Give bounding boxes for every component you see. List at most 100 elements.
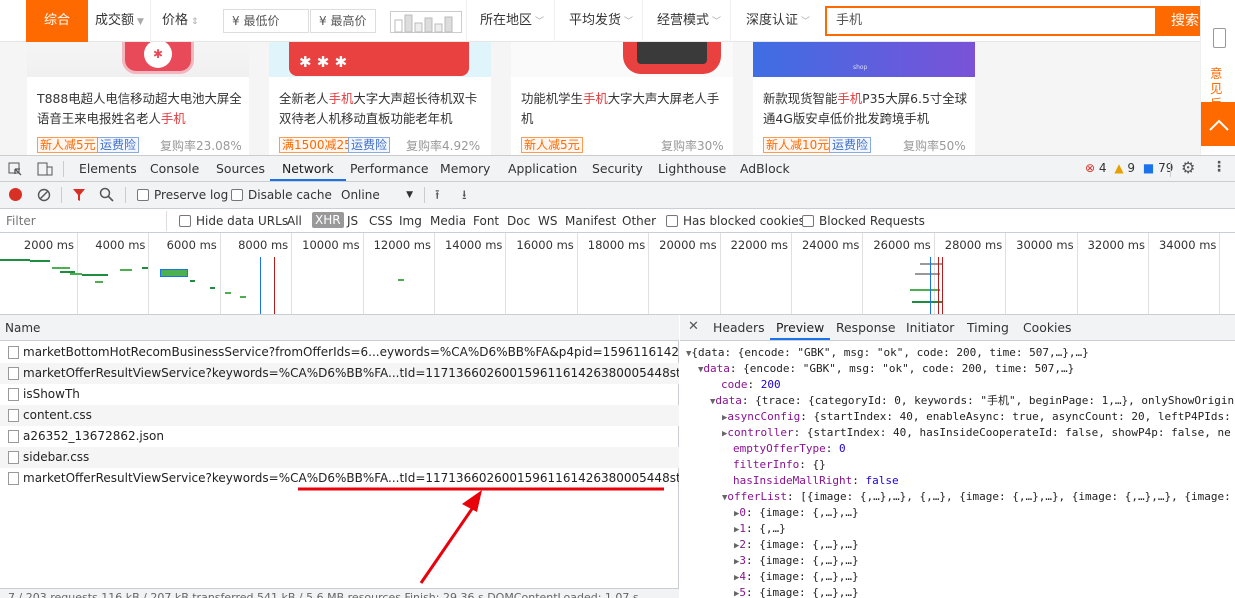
preview-node[interactable]: hasInsideMallRight: false xyxy=(733,473,899,489)
discount-tag: 新人减5元 xyxy=(37,137,99,153)
back-to-top-button[interactable] xyxy=(1201,102,1235,146)
preview-root[interactable]: ▼{data: {encode: "GBK", msg: "ok", code:… xyxy=(686,345,1089,362)
preview-node[interactable]: ▶controller: {startIndex: 40, hasInsideC… xyxy=(722,425,1231,442)
product-card[interactable]: shop 新款现货智能手机P35大屏6.5寸全球通4G版安卓低价批发跨境手机 新… xyxy=(753,42,975,155)
timeline-tick-label: 26000 ms xyxy=(873,238,931,252)
sort-price-button[interactable]: 价格 ⇕ xyxy=(162,6,199,36)
timeline-event-marker xyxy=(942,257,943,314)
message-count: 79 xyxy=(1158,161,1174,175)
tab-preview[interactable]: Preview xyxy=(770,315,831,340)
more-menu-icon[interactable]: ⋮ xyxy=(1212,159,1226,175)
mobile-icon[interactable] xyxy=(1213,28,1226,48)
console-counts[interactable]: ⊗ 4 ▲ 9 ■ 79 xyxy=(1085,156,1173,181)
preview-node[interactable]: ▼data: {encode: "GBK", msg: "ok", code: … xyxy=(698,361,1074,378)
tab-timing[interactable]: Timing xyxy=(967,315,1009,340)
certification-dropdown[interactable]: 深度认证 ﹀ xyxy=(746,6,810,36)
chevron-down-icon: ﹀ xyxy=(624,17,634,27)
sort-comprehensive-button[interactable]: 综合 xyxy=(26,0,88,42)
insurance-tag: 运费险 xyxy=(348,137,391,153)
annotation-arrow xyxy=(298,487,664,584)
insurance-tag: 运费险 xyxy=(97,137,140,153)
discount-tag: 新人减5元 xyxy=(521,137,583,153)
error-icon: ⊗ xyxy=(1085,161,1096,175)
preview-node[interactable]: code: 200 xyxy=(721,377,781,393)
product-image[interactable] xyxy=(511,42,733,77)
preview-offer-item[interactable]: ▶3: {image: {,…},…} xyxy=(734,553,859,570)
close-icon[interactable]: ✕ xyxy=(688,319,699,334)
sort-volume-label: 成交额 xyxy=(95,13,135,28)
timeline-tick-label: 34000 ms xyxy=(1158,238,1217,252)
preview-node[interactable]: ▼offerList: [{image: {,…},…}, {,…}, {ima… xyxy=(722,489,1231,506)
timeline-tick-label: 32000 ms xyxy=(1087,238,1145,252)
tab-response[interactable]: Response xyxy=(836,315,896,340)
preview-offer-item[interactable]: ▶0: {image: {,…},…} xyxy=(734,505,859,522)
biz-mode-label: 经营模式 xyxy=(657,13,710,28)
tab-initiator[interactable]: Initiator xyxy=(906,315,954,340)
preview-node[interactable]: emptyOfferType: 0 xyxy=(733,441,846,457)
repurchase-rate: 复购率50% xyxy=(903,139,966,153)
preview-offer-item[interactable]: ▶5: {image: {,…},…} xyxy=(734,585,859,598)
histogram-icon xyxy=(394,14,453,33)
request-detail-panel: ✕ Headers Preview Response Initiator Tim… xyxy=(680,315,1235,598)
product-card[interactable]: ✱ ✱ ✱ 全新老人手机大字大声超长待机双卡双待老人机移动直板功能老年机 满15… xyxy=(269,42,491,155)
timeline-event-marker xyxy=(938,257,939,314)
tab-adblock[interactable]: AdBlock xyxy=(740,156,790,181)
shipping-dropdown[interactable]: 平均发货 ﹀ xyxy=(569,6,633,36)
has-blocked-cookies-checkbox[interactable]: Has blocked cookies xyxy=(666,214,805,228)
divider xyxy=(730,0,731,42)
preview-offer-item[interactable]: ▶1: {,…} xyxy=(734,521,786,538)
divider xyxy=(466,0,467,42)
search-input[interactable]: 手机 xyxy=(825,6,1157,36)
product-image[interactable]: ✱ ✱ ✱ xyxy=(269,42,491,77)
max-price-input[interactable]: ¥ 最高价 xyxy=(310,9,376,33)
preview-node[interactable]: ▶asyncConfig: {startIndex: 40, enableAsy… xyxy=(722,409,1231,426)
product-card[interactable]: 功能机学生手机大字大声大屏老人手机 新人减5元 复购率30% xyxy=(511,42,733,155)
warning-icon: ▲ xyxy=(1114,161,1124,175)
repurchase-rate: 复购率30% xyxy=(661,139,724,153)
tab-headers[interactable]: Headers xyxy=(713,315,765,340)
product-image[interactable]: shop xyxy=(753,42,975,77)
product-title[interactable]: 全新老人手机大字大声超长待机双卡双待老人机移动直板功能老年机 xyxy=(279,89,485,129)
timeline-request-bar xyxy=(915,273,940,275)
preview-offer-item[interactable]: ▶4: {image: {,…},…} xyxy=(734,569,859,586)
timeline-request-bar xyxy=(910,289,940,291)
repurchase-rate: 复购率4.92% xyxy=(406,139,481,153)
divider xyxy=(1170,161,1171,177)
biz-mode-dropdown[interactable]: 经营模式 ﹀ xyxy=(657,6,721,36)
preview-offer-item[interactable]: ▶2: {image: {,…},…} xyxy=(734,537,859,554)
sort-volume-button[interactable]: 成交额 ▼ xyxy=(95,6,144,36)
product-title[interactable]: 新款现货智能手机P35大屏6.5寸全球通4G版安卓低价批发跨境手机 xyxy=(763,89,969,129)
gear-icon[interactable]: ⚙ xyxy=(1181,158,1195,177)
region-dropdown[interactable]: 所在地区 ﹀ xyxy=(480,6,544,36)
error-count: 4 xyxy=(1098,161,1107,175)
divider xyxy=(642,0,643,42)
product-card[interactable]: ✱ T888电超人电信移动超大电池大屏全语音王来电报姓名老人手机 新人减5元 运… xyxy=(27,42,249,155)
timeline-tick-label: 22000 ms xyxy=(730,238,788,252)
tab-cookies[interactable]: Cookies xyxy=(1023,315,1072,340)
blocked-requests-checkbox[interactable]: Blocked Requests xyxy=(802,214,925,228)
chevron-down-icon: ﹀ xyxy=(535,17,545,27)
marketplace-page: 综合 成交额▼ 价格⇕ ¥ 最低价 — ¥ 最高价 所在地区﹀ 平均发货﹀ 经营… xyxy=(0,0,1235,155)
chevron-up-icon xyxy=(1209,119,1229,131)
price-histogram-widget[interactable] xyxy=(390,11,462,33)
timeline-tick-label: 28000 ms xyxy=(944,238,1003,252)
divider xyxy=(554,0,555,42)
sort-price-label: 价格 xyxy=(162,13,189,28)
timeline-tick-label: 24000 ms xyxy=(801,238,860,252)
product-title[interactable]: T888电超人电信移动超大电池大屏全语音王来电报姓名老人手机 xyxy=(37,89,243,129)
region-label: 所在地区 xyxy=(480,13,533,28)
product-image[interactable]: ✱ xyxy=(27,42,249,77)
min-price-input[interactable]: ¥ 最低价 xyxy=(223,9,309,33)
timeline-tick-label: 3600 xyxy=(1218,238,1235,252)
chevron-down-icon: ﹀ xyxy=(801,17,811,27)
product-title[interactable]: 功能机学生手机大字大声大屏老人手机 xyxy=(521,89,727,129)
preview-node[interactable]: ▼data: {trace: {categoryId: 0, keywords:… xyxy=(710,393,1234,410)
insurance-tag: 运费险 xyxy=(829,137,872,153)
filter-bar: 综合 成交额▼ 价格⇕ ¥ 最低价 — ¥ 最高价 所在地区﹀ 平均发货﹀ 经营… xyxy=(0,0,1235,42)
discount-tag: 新人减10元 xyxy=(763,137,833,153)
repurchase-rate: 复购率23.08% xyxy=(160,139,242,153)
detail-tabbar: ✕ Headers Preview Response Initiator Tim… xyxy=(680,315,1235,341)
preview-node[interactable]: filterInfo: {} xyxy=(733,457,826,473)
chevron-down-icon: ﹀ xyxy=(712,17,722,27)
certification-label: 深度认证 xyxy=(746,13,799,28)
